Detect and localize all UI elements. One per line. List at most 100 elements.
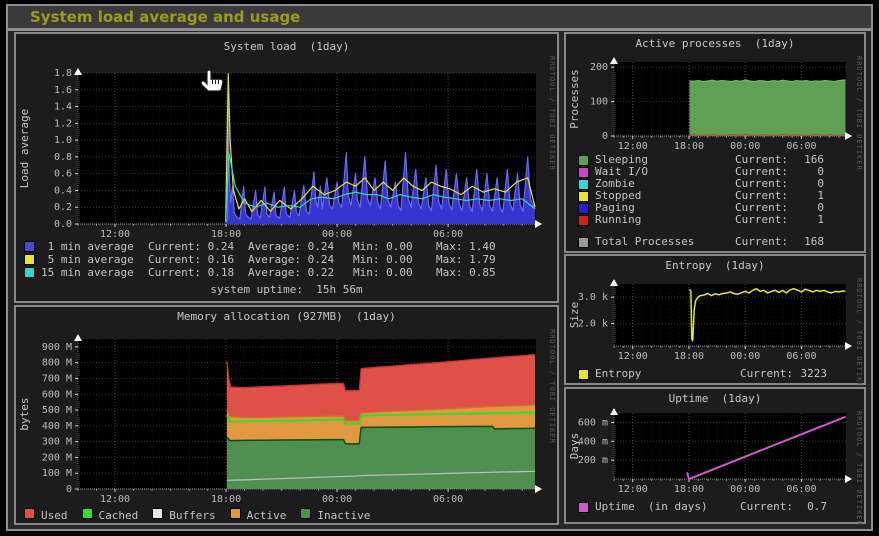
legend-row: 1 min averageCurrent: 0.24Average: 0.24M… bbox=[16, 240, 557, 253]
mouse-cursor bbox=[200, 68, 224, 98]
svg-text:00:00: 00:00 bbox=[730, 141, 760, 152]
legend-text: 168 bbox=[788, 236, 824, 248]
legend-text: 15 min average bbox=[41, 266, 148, 279]
svg-text:0.2: 0.2 bbox=[54, 202, 72, 213]
legend-text: Current: 0.18 bbox=[148, 266, 248, 279]
svg-text:00:00: 00:00 bbox=[322, 494, 352, 505]
svg-text:Processes: Processes bbox=[568, 69, 581, 129]
legend-text: Average: 0.22 bbox=[248, 266, 353, 279]
legend-text: Cached bbox=[99, 509, 139, 522]
svg-text:0.4: 0.4 bbox=[54, 185, 72, 196]
legend-text: Current: 0.16 bbox=[148, 253, 248, 266]
uptime-chart[interactable]: 200 m400 m600 m12:0018:0000:0006:00Days bbox=[566, 403, 864, 501]
svg-text:18:00: 18:00 bbox=[674, 141, 704, 152]
legend-swatch bbox=[82, 508, 93, 519]
svg-text:12:00: 12:00 bbox=[618, 351, 648, 362]
entropy-legend: EntropyCurrent:3223 bbox=[566, 368, 864, 380]
svg-text:600 m: 600 m bbox=[578, 417, 608, 428]
uptime-panel: Uptime (1day) 200 m 400 m 600 m 12:00 18:00 0… bbox=[564, 387, 866, 524]
memory-legend: Used Cached Buffers Active Inactive bbox=[16, 505, 557, 522]
entropy-chart[interactable]: 2.0 k3.0 k12:0018:0000:0006:00Size bbox=[566, 270, 864, 368]
svg-text:12:00: 12:00 bbox=[618, 141, 648, 152]
legend-text: 0.7 bbox=[793, 501, 827, 513]
legend-text: Inactive bbox=[317, 509, 370, 522]
legend-text: Min: 0.00 bbox=[353, 240, 436, 253]
svg-text:400 m: 400 m bbox=[578, 436, 608, 447]
legend-swatch bbox=[152, 508, 163, 519]
legend-text: Min: 0.00 bbox=[353, 253, 436, 266]
legend-row: 5 min averageCurrent: 0.16Average: 0.24M… bbox=[16, 253, 557, 266]
legend-row: Total ProcessesCurrent:168 bbox=[566, 236, 864, 248]
legend-swatch bbox=[230, 508, 241, 519]
memory-chart[interactable]: 0100 M200 M300 M400 M500 M600 M700 M800 … bbox=[16, 321, 557, 505]
legend-swatch bbox=[300, 508, 311, 519]
system-load-title: System load (1day) bbox=[16, 34, 557, 54]
legend-text: Uptime (in days) bbox=[595, 501, 740, 513]
legend-swatch bbox=[578, 502, 589, 513]
svg-text:200 m: 200 m bbox=[578, 455, 608, 466]
legend-text: Max: 1.40 bbox=[436, 240, 526, 253]
legend-swatch bbox=[578, 237, 589, 248]
svg-text:1.0: 1.0 bbox=[54, 135, 72, 146]
svg-text:06:00: 06:00 bbox=[786, 484, 816, 495]
legend-row: RunningCurrent:1 bbox=[566, 214, 864, 226]
svg-text:3.0 k: 3.0 k bbox=[578, 292, 608, 303]
legend-text: Average: 0.24 bbox=[248, 253, 353, 266]
rrdtool-watermark: RRDTOOL / TOBI OETIKER bbox=[855, 278, 863, 393]
legend-text: Min: 0.00 bbox=[353, 266, 436, 279]
uptime-legend: Uptime (in days)Current:0.7 bbox=[566, 501, 864, 513]
svg-text:100 M: 100 M bbox=[42, 468, 72, 479]
legend-swatch bbox=[578, 179, 589, 190]
legend-text: Current: 0.24 bbox=[148, 240, 248, 253]
svg-text:Size: Size bbox=[568, 302, 581, 329]
active-processes-panel: Active processes (1day) 010020012:0018:0… bbox=[564, 32, 866, 253]
svg-text:06:00: 06:00 bbox=[786, 351, 816, 362]
legend-swatch bbox=[24, 267, 35, 278]
memory-title: Memory allocation (927MB) (1day) bbox=[16, 307, 557, 321]
legend-text: Entropy bbox=[595, 368, 740, 380]
dashboard-content: System load (1day) 0.00.20.40.60.81.01.2… bbox=[8, 31, 871, 529]
legend-swatch bbox=[578, 369, 589, 380]
entropy-title: Entropy (1day) bbox=[566, 256, 864, 270]
legend-text: 1 bbox=[788, 214, 824, 226]
svg-text:0.8: 0.8 bbox=[54, 152, 72, 163]
svg-text:2.0 k: 2.0 k bbox=[578, 319, 608, 330]
legend-item: Used bbox=[24, 509, 68, 522]
processes-chart[interactable]: 010020012:0018:0000:0006:00Processes bbox=[566, 48, 864, 154]
svg-text:Load average: Load average bbox=[18, 109, 31, 188]
legend-text: Current: bbox=[740, 501, 793, 513]
legend-item: Buffers bbox=[152, 509, 215, 522]
svg-text:200 M: 200 M bbox=[42, 452, 72, 463]
legend-text: Buffers bbox=[169, 509, 215, 522]
legend-text: Max: 1.79 bbox=[436, 253, 526, 266]
legend-text: Average: 0.24 bbox=[248, 240, 353, 253]
svg-text:12:00: 12:00 bbox=[618, 484, 648, 495]
svg-text:18:00: 18:00 bbox=[674, 351, 704, 362]
legend-swatch bbox=[24, 241, 35, 252]
legend-text: Current: bbox=[735, 214, 788, 226]
svg-text:1.6: 1.6 bbox=[54, 85, 72, 96]
legend-swatch bbox=[578, 203, 589, 214]
svg-text:600 M: 600 M bbox=[42, 389, 72, 400]
svg-text:06:00: 06:00 bbox=[786, 141, 816, 152]
svg-text:400 M: 400 M bbox=[42, 421, 72, 432]
rrdtool-watermark: RRDTOOL / TOBI OETIKER bbox=[855, 411, 863, 526]
legend-text: Running bbox=[595, 214, 735, 226]
legend-swatch bbox=[578, 167, 589, 178]
legend-text: Used bbox=[41, 509, 68, 522]
svg-text:18:00: 18:00 bbox=[674, 484, 704, 495]
rrdtool-watermark: RRDTOOL / TOBI OETIKER bbox=[548, 56, 556, 171]
system-load-chart[interactable]: 0.00.20.40.60.81.01.21.41.61.812:0018:00… bbox=[16, 54, 557, 240]
legend-text: Current: bbox=[735, 236, 788, 248]
legend-text: Active bbox=[247, 509, 287, 522]
svg-text:1.8: 1.8 bbox=[54, 68, 72, 79]
uptime-title: Uptime (1day) bbox=[566, 389, 864, 403]
system-uptime-footer: system uptime: 15h 56m bbox=[16, 279, 557, 296]
legend-row: EntropyCurrent:3223 bbox=[566, 368, 864, 380]
svg-text:18:00: 18:00 bbox=[211, 494, 241, 505]
svg-text:200: 200 bbox=[590, 62, 608, 73]
legend-text: 1 min average bbox=[41, 240, 148, 253]
legend-text: Total Processes bbox=[595, 236, 735, 248]
monitorix-window: System load average and usage System loa… bbox=[6, 4, 873, 531]
processes-title: Active processes (1day) bbox=[566, 34, 864, 48]
